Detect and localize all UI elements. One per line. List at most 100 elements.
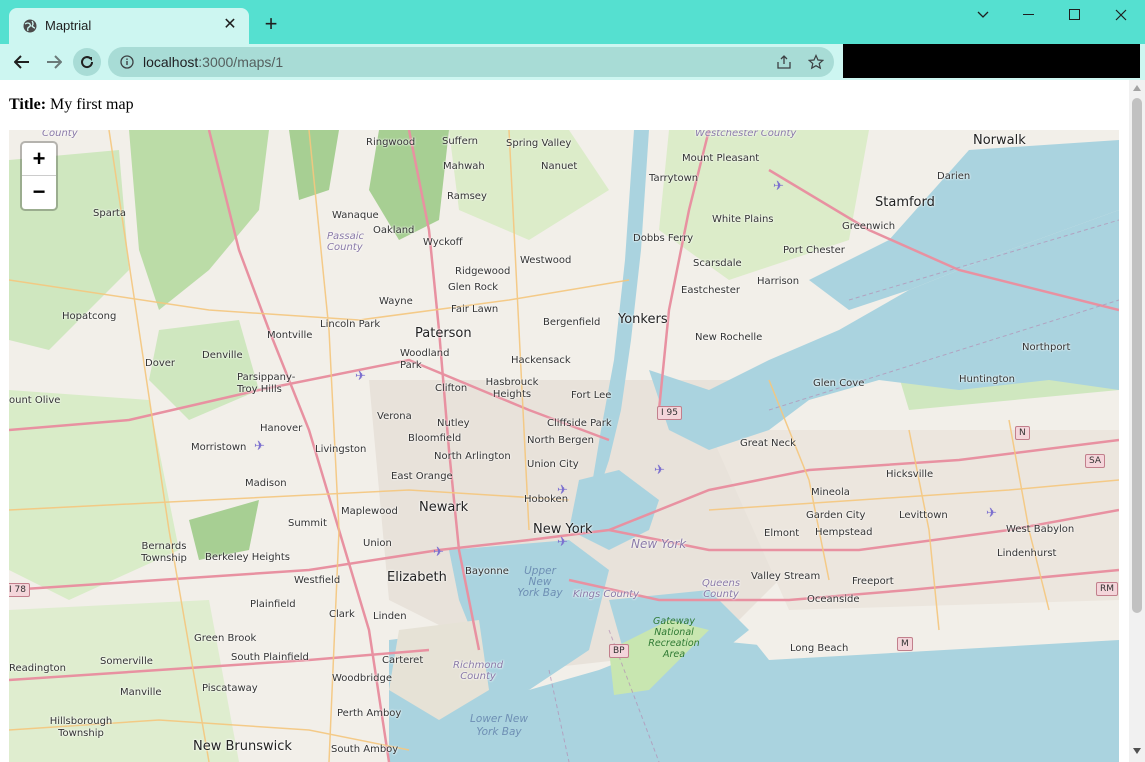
map-label: Clifton	[435, 383, 468, 394]
map-label: Livingston	[315, 444, 367, 455]
address-bar[interactable]: localhost:3000/maps/1	[108, 47, 834, 77]
airport-icon: ✈	[986, 505, 997, 520]
map-label: Yonkers	[618, 312, 668, 327]
back-icon[interactable]	[8, 48, 36, 76]
map-label: Tarrytown	[649, 173, 699, 184]
map-label: Linden	[373, 611, 407, 622]
map-label: Lindenhurst	[997, 548, 1057, 559]
highway-shield: M	[897, 637, 913, 651]
map-label: Maplewood	[341, 506, 398, 517]
map-label: Valley Stream	[751, 571, 821, 582]
url-text: localhost:3000/maps/1	[143, 54, 283, 70]
highway-shield: RM	[1096, 582, 1119, 596]
map-label: Fort Lee	[571, 390, 612, 401]
map-label: Hopatcong	[62, 311, 117, 322]
map-label: Spring Valley	[506, 138, 572, 149]
map-label: Glen Rock	[448, 282, 499, 293]
map-label: Clark	[329, 609, 355, 620]
map-tiles	[9, 130, 1119, 762]
map-label: Paterson	[415, 326, 472, 341]
zoom-out-button[interactable]: −	[22, 175, 56, 208]
map-label: Bayonne	[465, 566, 509, 577]
map-label: Harrison	[757, 276, 800, 287]
url-host: localhost	[143, 54, 199, 70]
map-label: Bloomfield	[408, 433, 462, 444]
map-label: East Orange	[391, 471, 453, 482]
airport-icon: ✈	[254, 438, 265, 453]
highway-shield: I 95	[657, 406, 682, 420]
minimize-icon[interactable]	[1006, 0, 1052, 30]
map-label: Manville	[120, 687, 162, 698]
map-label: Freeport	[852, 576, 894, 587]
map-label: Hicksville	[886, 469, 934, 480]
map-label: Dover	[145, 358, 175, 369]
map-label: West Babylon	[1006, 524, 1075, 535]
map-label: South Plainfield	[231, 652, 309, 663]
scrollbar-thumb[interactable]	[1132, 98, 1142, 613]
share-icon[interactable]	[776, 54, 792, 70]
bookmark-star-icon[interactable]	[808, 54, 824, 70]
map-label: Wanaque	[332, 210, 379, 221]
map-label: Newark	[419, 500, 469, 515]
map-label: Oakland	[373, 225, 415, 236]
map-label: Plainfield	[250, 599, 296, 610]
map-label: Green Brook	[194, 633, 257, 644]
browser-tab-strip: Maptrial ✕ +	[0, 0, 1145, 44]
map-label: Nanuet	[541, 161, 578, 172]
airport-icon: ✈	[654, 462, 665, 477]
url-path: :3000/maps/1	[198, 54, 284, 70]
map-label: Bergenfield	[543, 317, 601, 328]
map-label: Dobbs Ferry	[633, 233, 694, 244]
airport-icon: ✈	[433, 544, 444, 559]
map-label: Summit	[288, 518, 327, 529]
map-label: Lincoln Park	[320, 319, 381, 330]
airport-icon: ✈	[355, 368, 366, 383]
site-info-icon[interactable]	[120, 55, 134, 69]
map-label: Nutley	[437, 418, 470, 429]
map-label: Oceanside	[807, 594, 860, 605]
map-label: Berkeley Heights	[205, 552, 291, 563]
browser-toolbar: localhost:3000/maps/1	[0, 44, 1145, 80]
airport-icon: ✈	[557, 482, 568, 497]
map-label: Woodland Park	[400, 348, 450, 371]
map-label: Wyckoff	[423, 237, 463, 248]
close-window-icon[interactable]	[1098, 0, 1144, 30]
map-label: Bernards Township	[141, 541, 187, 564]
map-label: County	[42, 130, 78, 139]
map-label: New Brunswick	[193, 739, 292, 754]
map-label: Union	[363, 538, 392, 549]
scroll-down-icon[interactable]	[1133, 748, 1141, 754]
tab-search-icon[interactable]	[960, 0, 1006, 30]
map-label: Hasbrouck Heights	[485, 377, 539, 400]
scroll-up-icon[interactable]	[1133, 85, 1141, 91]
redacted-area	[843, 44, 1140, 78]
map-label: Richmond County	[453, 660, 504, 682]
new-tab-button[interactable]: +	[261, 13, 281, 35]
page-scrollbar[interactable]	[1129, 80, 1145, 762]
map-label: Elizabeth	[387, 570, 447, 585]
tab-close-icon[interactable]: ✕	[221, 16, 239, 34]
browser-tab[interactable]: Maptrial ✕	[9, 8, 249, 44]
map-view[interactable]: + − County Norwalk Darien Stamford Green…	[9, 130, 1119, 762]
reload-icon[interactable]	[73, 48, 101, 76]
highway-shield: I 78	[9, 583, 30, 597]
map-label: Carteret	[382, 655, 424, 666]
map-title: Title: My first map	[9, 96, 134, 114]
forward-icon[interactable]	[40, 48, 68, 76]
highway-shield: BP	[609, 644, 629, 658]
map-label: North Bergen	[527, 435, 594, 446]
map-label: Cliffside Park	[547, 418, 612, 429]
map-label: Ridgewood	[455, 266, 511, 277]
map-label: Suffern	[442, 136, 479, 147]
map-label: Hackensack	[511, 355, 571, 366]
zoom-in-button[interactable]: +	[22, 143, 56, 175]
map-label: Port Chester	[783, 245, 845, 256]
globe-icon	[23, 19, 37, 33]
map-label: Readington	[9, 663, 66, 674]
map-label: Hempstead	[815, 527, 873, 538]
maximize-icon[interactable]	[1052, 0, 1098, 30]
map-label: Hillsborough Township	[49, 716, 113, 739]
map-label: Mahwah	[443, 161, 485, 172]
title-label: Title:	[9, 96, 47, 113]
map-label: Scarsdale	[693, 258, 742, 269]
